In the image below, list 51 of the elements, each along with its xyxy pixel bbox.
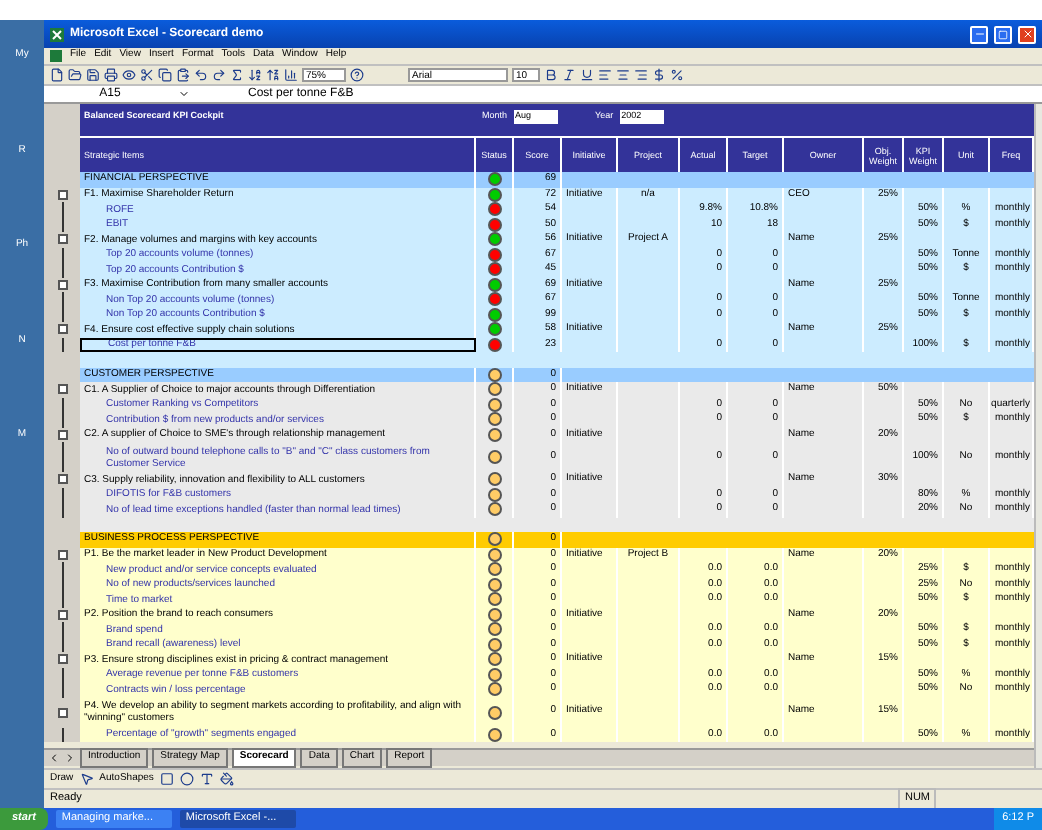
outline-collapse-button[interactable] bbox=[57, 654, 67, 665]
align-left-icon[interactable] bbox=[598, 68, 612, 82]
oval-icon[interactable] bbox=[179, 772, 194, 786]
maximize-icon bbox=[998, 29, 1008, 39]
outline-collapse-button[interactable] bbox=[57, 429, 67, 440]
paste-icon[interactable] bbox=[176, 68, 190, 82]
outline-collapse-button[interactable] bbox=[57, 707, 67, 717]
sigma-icon[interactable] bbox=[230, 68, 244, 82]
help-icon[interactable] bbox=[350, 68, 364, 82]
minimize-icon bbox=[973, 28, 985, 40]
text-box-icon[interactable] bbox=[199, 772, 214, 786]
outline-collapse-button[interactable] bbox=[57, 384, 67, 395]
new-document-icon[interactable] bbox=[50, 68, 64, 82]
bold-icon[interactable] bbox=[544, 68, 558, 82]
undo-icon[interactable] bbox=[194, 68, 208, 82]
minimize-button[interactable] bbox=[970, 25, 988, 43]
outline-collapse-button[interactable] bbox=[57, 234, 67, 245]
excel-icon bbox=[50, 27, 64, 41]
preview-icon[interactable] bbox=[122, 68, 136, 82]
outline-collapse-button[interactable] bbox=[57, 279, 67, 290]
dollar-icon[interactable] bbox=[652, 68, 666, 82]
outline-collapse-button[interactable] bbox=[57, 474, 67, 485]
close-icon bbox=[1021, 28, 1033, 40]
save-icon[interactable] bbox=[86, 68, 100, 82]
sort-descending-icon[interactable] bbox=[266, 68, 280, 82]
pointer-icon[interactable] bbox=[79, 772, 94, 786]
rectangle-icon[interactable] bbox=[159, 772, 174, 786]
percent-icon[interactable] bbox=[670, 68, 684, 82]
previous-sheet-button[interactable] bbox=[48, 752, 60, 764]
dropdown-icon[interactable] bbox=[178, 88, 190, 100]
align-center-icon[interactable] bbox=[616, 68, 630, 82]
chart-icon[interactable] bbox=[284, 68, 298, 82]
outline-collapse-button[interactable] bbox=[57, 549, 67, 560]
copy-icon[interactable] bbox=[158, 68, 172, 82]
next-sheet-button[interactable] bbox=[64, 752, 76, 764]
redo-icon[interactable] bbox=[212, 68, 226, 82]
outline-collapse-button[interactable] bbox=[57, 189, 67, 200]
fill-color-icon[interactable] bbox=[219, 772, 234, 786]
folder-icon[interactable] bbox=[68, 68, 82, 82]
vertical-scrollbar[interactable] bbox=[1034, 104, 1042, 768]
maximize-button[interactable] bbox=[994, 25, 1012, 43]
outline-collapse-button[interactable] bbox=[57, 609, 67, 620]
align-right-icon[interactable] bbox=[634, 68, 648, 82]
sort-ascending-icon[interactable] bbox=[248, 68, 262, 82]
outline-collapse-button[interactable] bbox=[57, 324, 67, 335]
scissors-icon[interactable] bbox=[140, 68, 154, 82]
printer-icon[interactable] bbox=[104, 68, 118, 82]
row-header-corner bbox=[44, 104, 80, 172]
italic-icon[interactable] bbox=[562, 68, 576, 82]
underline-icon[interactable] bbox=[580, 68, 594, 82]
close-button[interactable] bbox=[1018, 25, 1036, 43]
